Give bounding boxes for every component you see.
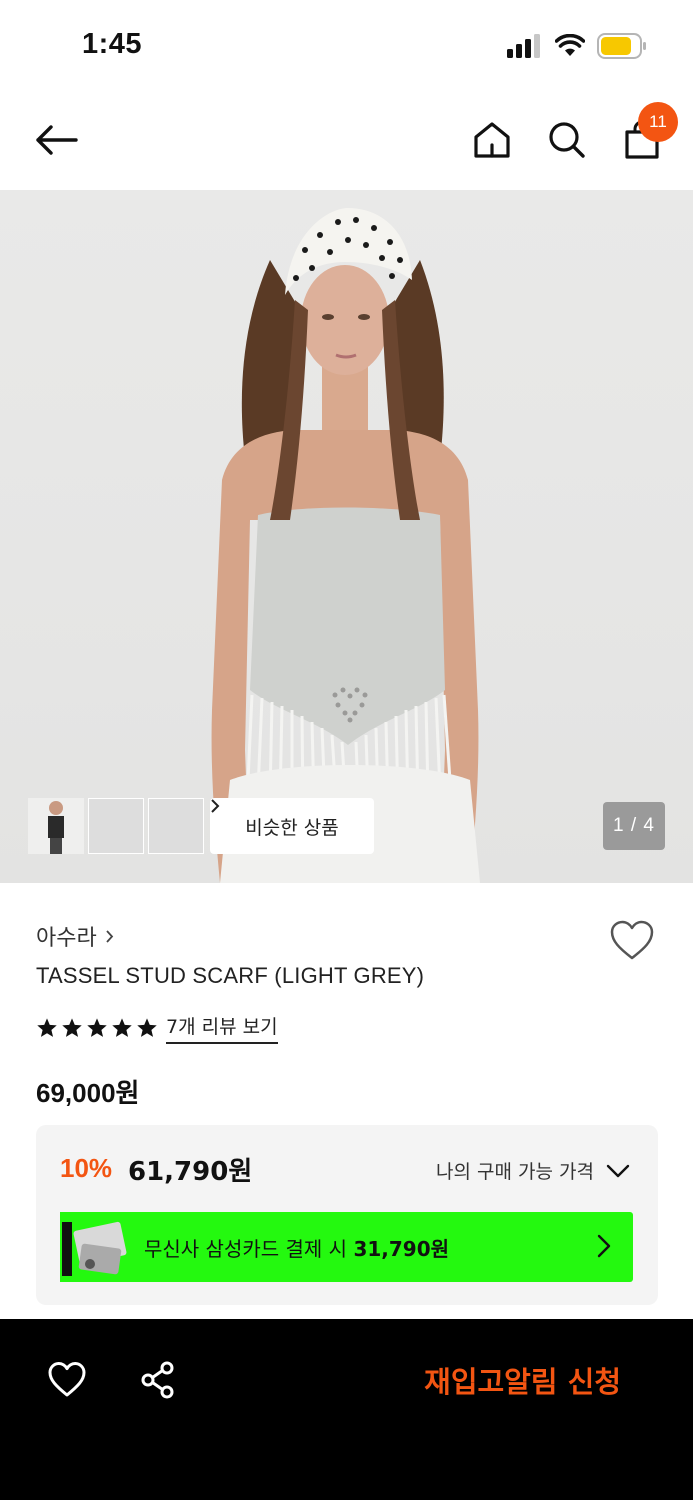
chevron-right-icon	[597, 1234, 611, 1258]
bottom-action-bar: 재입고알림 신청	[0, 1319, 693, 1500]
similar-products-label: 비슷한 상품	[245, 816, 339, 839]
thumbnail-strip	[28, 798, 204, 854]
product-name: TASSEL STUD SCARF (LIGHT GREY)	[36, 963, 425, 988]
thumbnail-3[interactable]	[28, 798, 204, 854]
star-icon	[37, 1018, 57, 1037]
discount-rate: 10%	[60, 1153, 113, 1183]
restock-alert-button[interactable]: 재입고알림 신청	[424, 1359, 621, 1401]
card-promo-prefix: 무신사 삼성카드 결제 시	[144, 1236, 348, 1261]
share-button[interactable]	[138, 1360, 178, 1400]
signal-icon	[507, 34, 540, 58]
brand-name: 아수라	[36, 926, 97, 951]
bottom-wishlist-button[interactable]	[47, 1360, 87, 1400]
top-nav: 11	[0, 90, 693, 190]
star-icon	[137, 1018, 157, 1037]
chevron-right-icon	[106, 929, 113, 943]
battery-icon	[597, 33, 646, 59]
rating-row: 7개 리뷰 보기	[36, 1012, 278, 1044]
card-promo-banner[interactable]: 무신사 삼성카드 결제 시 31,790원	[60, 1212, 633, 1282]
review-link[interactable]: 7개 리뷰 보기	[166, 1012, 278, 1044]
status-icons	[507, 31, 647, 61]
chevron-right-icon	[211, 799, 220, 813]
brand-link[interactable]: 아수라	[36, 920, 114, 952]
product-image-gallery[interactable]: 비슷한 상품 1 / 4	[0, 190, 693, 883]
star-icon	[87, 1018, 107, 1037]
wifi-icon	[555, 34, 585, 56]
discount-price: 61,790원	[128, 1157, 253, 1187]
status-bar: 1:45	[0, 0, 693, 90]
card-promo-text: 무신사 삼성카드 결제 시 31,790원	[144, 1233, 449, 1262]
similar-products-button[interactable]: 비슷한 상품	[210, 798, 374, 854]
back-arrow-icon	[36, 125, 78, 155]
heart-icon	[48, 1362, 86, 1397]
product-photo	[211, 208, 480, 883]
status-time: 1:45	[82, 28, 143, 60]
share-icon	[141, 1361, 174, 1399]
my-price-toggle[interactable]: 나의 구매 가능 가격	[436, 1157, 630, 1184]
my-price-label: 나의 구매 가능 가격	[436, 1161, 594, 1183]
wishlist-button[interactable]	[609, 918, 655, 964]
star-icon	[112, 1018, 132, 1037]
heart-icon	[610, 920, 654, 960]
search-button[interactable]	[537, 110, 597, 170]
cart-button[interactable]: 11	[612, 102, 678, 170]
image-page-indicator: 1 / 4	[603, 802, 665, 850]
thumbnail-2[interactable]	[28, 798, 144, 854]
star-rating	[36, 1017, 158, 1039]
original-price: 69,000원	[36, 1078, 140, 1108]
card-promo-price: 31,790원	[353, 1236, 450, 1261]
chevron-down-icon	[606, 1164, 630, 1177]
home-button[interactable]	[462, 110, 522, 170]
search-icon	[549, 122, 585, 158]
cart-count-badge: 11	[638, 102, 678, 142]
home-icon	[474, 122, 510, 158]
card-image	[60, 1212, 130, 1282]
star-icon	[62, 1018, 82, 1037]
back-button[interactable]	[26, 110, 86, 170]
price-box: 10% 61,790원 나의 구매 가능 가격 무신사 삼성카드 결제 시 31…	[36, 1125, 658, 1305]
